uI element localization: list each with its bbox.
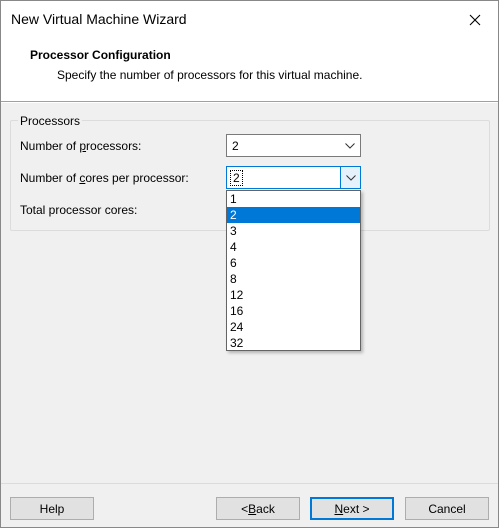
cores-label-pre: Number of <box>20 171 80 185</box>
page-subtitle: Specify the number of processors for thi… <box>57 68 363 82</box>
num-processors-select[interactable]: 2 <box>226 134 361 157</box>
back-label-post: ack <box>256 501 275 516</box>
next-label-post: ext > <box>343 501 370 516</box>
num-processors-label: Number of processors: <box>20 139 141 153</box>
chevron-down-icon[interactable] <box>340 135 360 156</box>
header-divider <box>1 101 498 103</box>
cancel-button[interactable]: Cancel <box>405 497 489 520</box>
total-cores-label: Total processor cores: <box>20 203 138 217</box>
cores-label-post: ores per processor: <box>85 171 189 185</box>
dropdown-option[interactable]: 6 <box>227 255 360 271</box>
dropdown-option[interactable]: 32 <box>227 335 360 351</box>
next-label-key: N <box>334 501 344 516</box>
title-bar: New Virtual Machine Wizard <box>1 1 498 39</box>
dropdown-option[interactable]: 1 <box>227 191 360 207</box>
dropdown-option[interactable]: 12 <box>227 287 360 303</box>
cores-dropdown-list[interactable]: 1 2 3 4 6 8 12 16 24 32 <box>226 190 361 351</box>
dropdown-option[interactable]: 4 <box>227 239 360 255</box>
cores-per-processor-label: Number of cores per processor: <box>20 171 189 185</box>
back-label-key: B <box>248 501 257 516</box>
num-processors-value: 2 <box>232 139 239 153</box>
dropdown-option[interactable]: 2 <box>227 207 360 223</box>
cores-per-processor-value: 2 <box>230 170 243 186</box>
dropdown-option[interactable]: 3 <box>227 223 360 239</box>
close-button[interactable] <box>452 1 498 39</box>
dropdown-option[interactable]: 8 <box>227 271 360 287</box>
num-processors-label-pre: Number of <box>20 139 80 153</box>
wizard-window: New Virtual Machine Wizard Processor Con… <box>0 0 499 528</box>
page-title: Processor Configuration <box>30 48 171 62</box>
footer-divider <box>1 483 498 484</box>
help-button[interactable]: Help <box>10 497 94 520</box>
window-title: New Virtual Machine Wizard <box>11 11 187 27</box>
next-button[interactable]: Next > <box>310 497 394 520</box>
chevron-down-icon[interactable] <box>340 167 360 188</box>
dropdown-option[interactable]: 24 <box>227 319 360 335</box>
processors-group-legend: Processors <box>18 114 83 128</box>
num-processors-label-post: rocessors: <box>86 139 142 153</box>
wizard-header: Processor Configuration Specify the numb… <box>1 39 498 101</box>
back-label-pre: < <box>241 501 249 516</box>
close-icon <box>469 14 481 26</box>
dropdown-option[interactable]: 16 <box>227 303 360 319</box>
back-button[interactable]: < Back <box>216 497 300 520</box>
cores-per-processor-select[interactable]: 2 <box>226 166 361 189</box>
